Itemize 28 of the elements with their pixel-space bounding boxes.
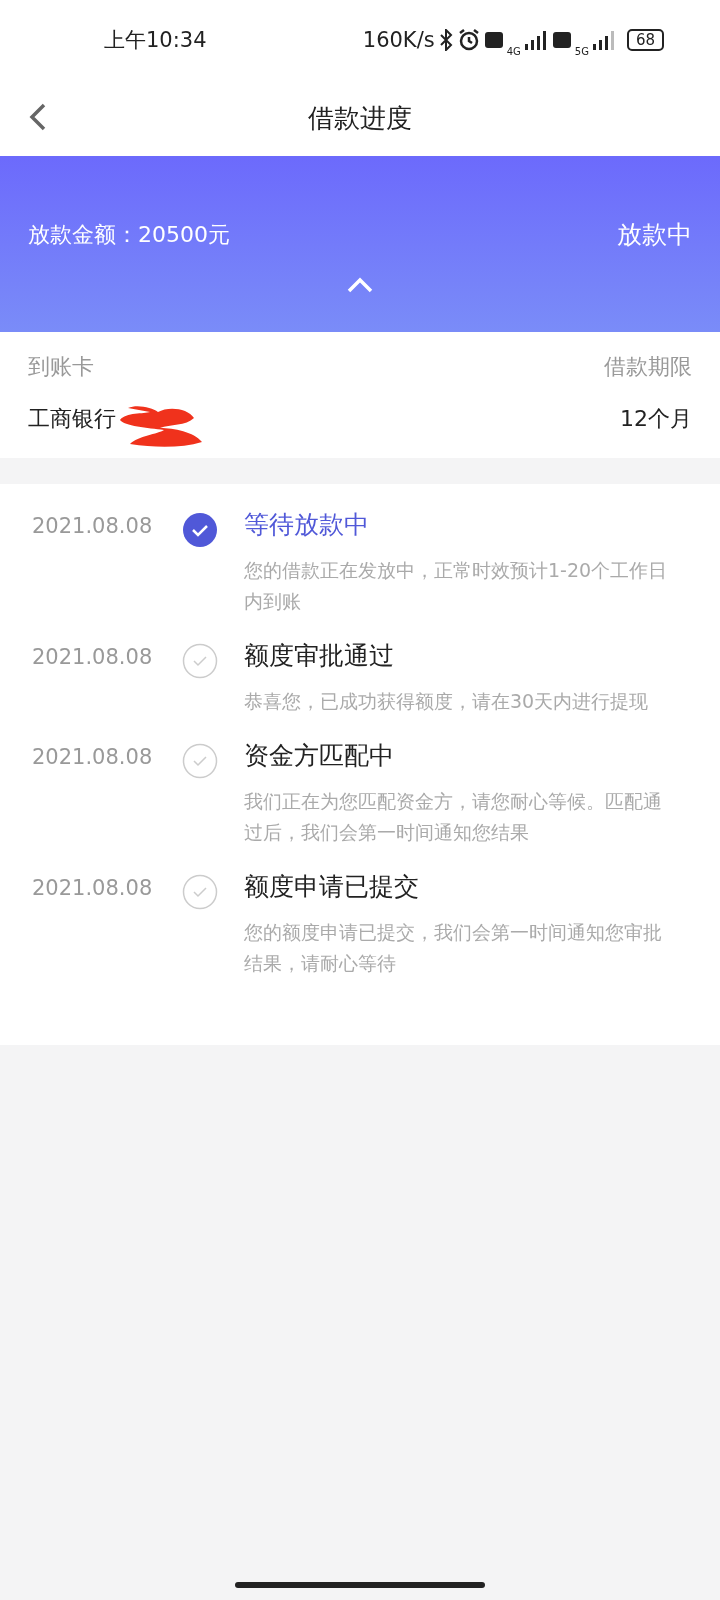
signal-icon — [524, 30, 549, 50]
step-date: 2021.08.08 — [31, 513, 154, 540]
card-label: 到账卡 — [28, 353, 95, 381]
step-description: 您的借款正在发放中，正常时效预计1-20个工作日内到账 — [243, 558, 669, 614]
signal-icon — [592, 30, 617, 50]
loan-amount: 放款金额：20500元 — [28, 220, 230, 249]
battery-level: 68 — [626, 29, 664, 51]
step-date: 2021.08.08 — [31, 875, 154, 902]
network-type: 5G — [574, 45, 589, 57]
status-time: 上午10:34 — [104, 27, 208, 54]
step-title: 资金方匹配中 — [243, 740, 394, 772]
step-title: 额度申请已提交 — [243, 871, 419, 903]
loan-term: 12个月 — [619, 405, 692, 433]
loan-status: 放款中 — [617, 219, 692, 251]
step-title: 等待放款中 — [243, 509, 369, 541]
step-date: 2021.08.08 — [31, 644, 154, 671]
step-description: 我们正在为您匹配资金方，请您耐心等候。匹配通过后，我们会第一时间通知您结果 — [243, 789, 663, 845]
collapse-icon[interactable] — [347, 277, 373, 293]
step-description: 您的额度申请已提交，我们会第一时间通知您审批结果，请耐心等待 — [243, 920, 663, 976]
step-date: 2021.08.08 — [31, 744, 154, 771]
step-description: 恭喜您，已成功获得额度，请在30天内进行提现 — [243, 689, 650, 714]
page-title: 借款进度 — [308, 101, 412, 135]
bluetooth-icon — [438, 29, 453, 51]
network-speed: 160K/s — [362, 28, 435, 52]
term-label: 借款期限 — [604, 353, 692, 381]
bank-name: 工商银行 — [28, 405, 116, 433]
network-type: 4G — [506, 45, 521, 57]
step-title: 额度审批通过 — [243, 640, 394, 672]
